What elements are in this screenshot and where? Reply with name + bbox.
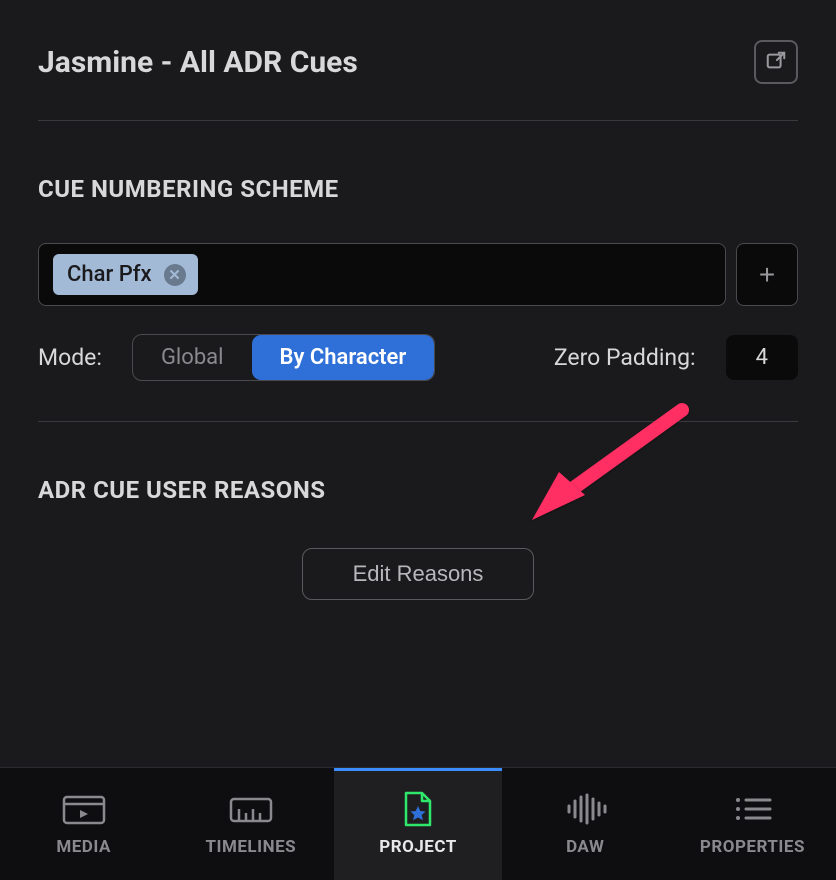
project-icon xyxy=(394,791,442,827)
share-button[interactable] xyxy=(754,40,798,84)
edit-reasons-button[interactable]: Edit Reasons xyxy=(302,548,535,600)
page-title: Jasmine - All ADR Cues xyxy=(38,45,358,80)
tab-project[interactable]: PROJECT xyxy=(334,768,501,880)
tab-daw[interactable]: DAW xyxy=(502,768,669,880)
tab-media-label: MEDIA xyxy=(56,837,111,857)
bottom-tab-bar: MEDIA TIMELINES PROJECT xyxy=(0,767,836,880)
timelines-icon xyxy=(227,791,275,827)
add-scheme-button[interactable]: + xyxy=(736,243,798,306)
cue-numbering-heading: CUE NUMBERING SCHEME xyxy=(38,175,798,203)
chip-remove-icon[interactable]: ✕ xyxy=(164,264,186,286)
mode-row: Mode: Global By Character Zero Padding: … xyxy=(38,334,798,381)
tab-properties-label: PROPERTIES xyxy=(700,837,805,857)
mode-label: Mode: xyxy=(38,344,102,371)
adr-reasons-heading: ADR CUE USER REASONS xyxy=(38,476,798,504)
zero-padding-value[interactable]: 4 xyxy=(726,335,798,380)
scheme-chip-container[interactable]: Char Pfx ✕ xyxy=(38,243,726,306)
section-divider xyxy=(38,421,798,422)
tab-properties[interactable]: PROPERTIES xyxy=(669,768,836,880)
scheme-chip[interactable]: Char Pfx ✕ xyxy=(53,254,198,295)
mode-global[interactable]: Global xyxy=(133,335,252,380)
tab-project-label: PROJECT xyxy=(379,837,457,857)
tab-timelines[interactable]: TIMELINES xyxy=(167,768,334,880)
media-icon xyxy=(60,791,108,827)
share-icon xyxy=(765,50,787,75)
header-row: Jasmine - All ADR Cues xyxy=(38,40,798,121)
mode-by-character[interactable]: By Character xyxy=(252,335,435,380)
tab-daw-label: DAW xyxy=(566,837,604,857)
tab-media[interactable]: MEDIA xyxy=(0,768,167,880)
scheme-row: Char Pfx ✕ + xyxy=(38,243,798,306)
chip-label: Char Pfx xyxy=(67,262,152,287)
mode-segmented: Global By Character xyxy=(132,334,435,381)
edit-reasons-row: Edit Reasons xyxy=(38,548,798,600)
zero-padding-label: Zero Padding: xyxy=(554,344,696,371)
plus-icon: + xyxy=(759,259,775,291)
properties-icon xyxy=(728,791,776,827)
tab-timelines-label: TIMELINES xyxy=(205,837,296,857)
daw-icon xyxy=(561,791,609,827)
